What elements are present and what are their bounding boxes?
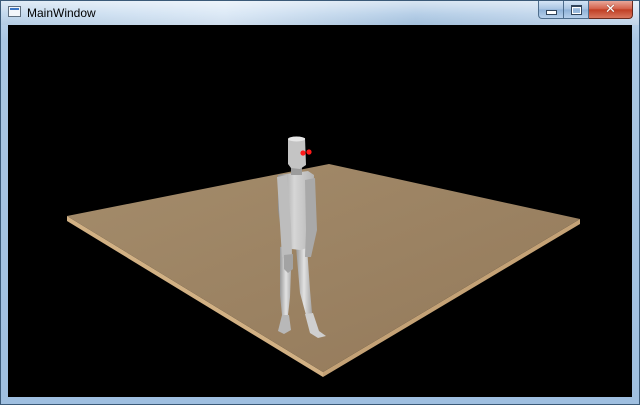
close-button[interactable]: ✕: [589, 1, 633, 19]
maximize-button[interactable]: [564, 1, 589, 19]
main-window: MainWindow ✕: [0, 0, 640, 405]
caption-buttons: ✕: [538, 1, 633, 19]
minimize-button[interactable]: [538, 1, 564, 19]
scene-svg: [67, 136, 580, 377]
window-app-icon[interactable]: [8, 6, 21, 17]
window-title: MainWindow: [27, 6, 96, 20]
figure-eye-right: [306, 149, 312, 155]
maximize-icon: [570, 4, 582, 15]
minimize-icon: [545, 10, 557, 15]
title-bar[interactable]: MainWindow ✕: [1, 1, 639, 25]
3d-viewport[interactable]: [8, 25, 632, 397]
figure-eye-left: [300, 150, 306, 156]
close-icon: ✕: [605, 2, 616, 17]
figure-head-top: [288, 136, 305, 142]
